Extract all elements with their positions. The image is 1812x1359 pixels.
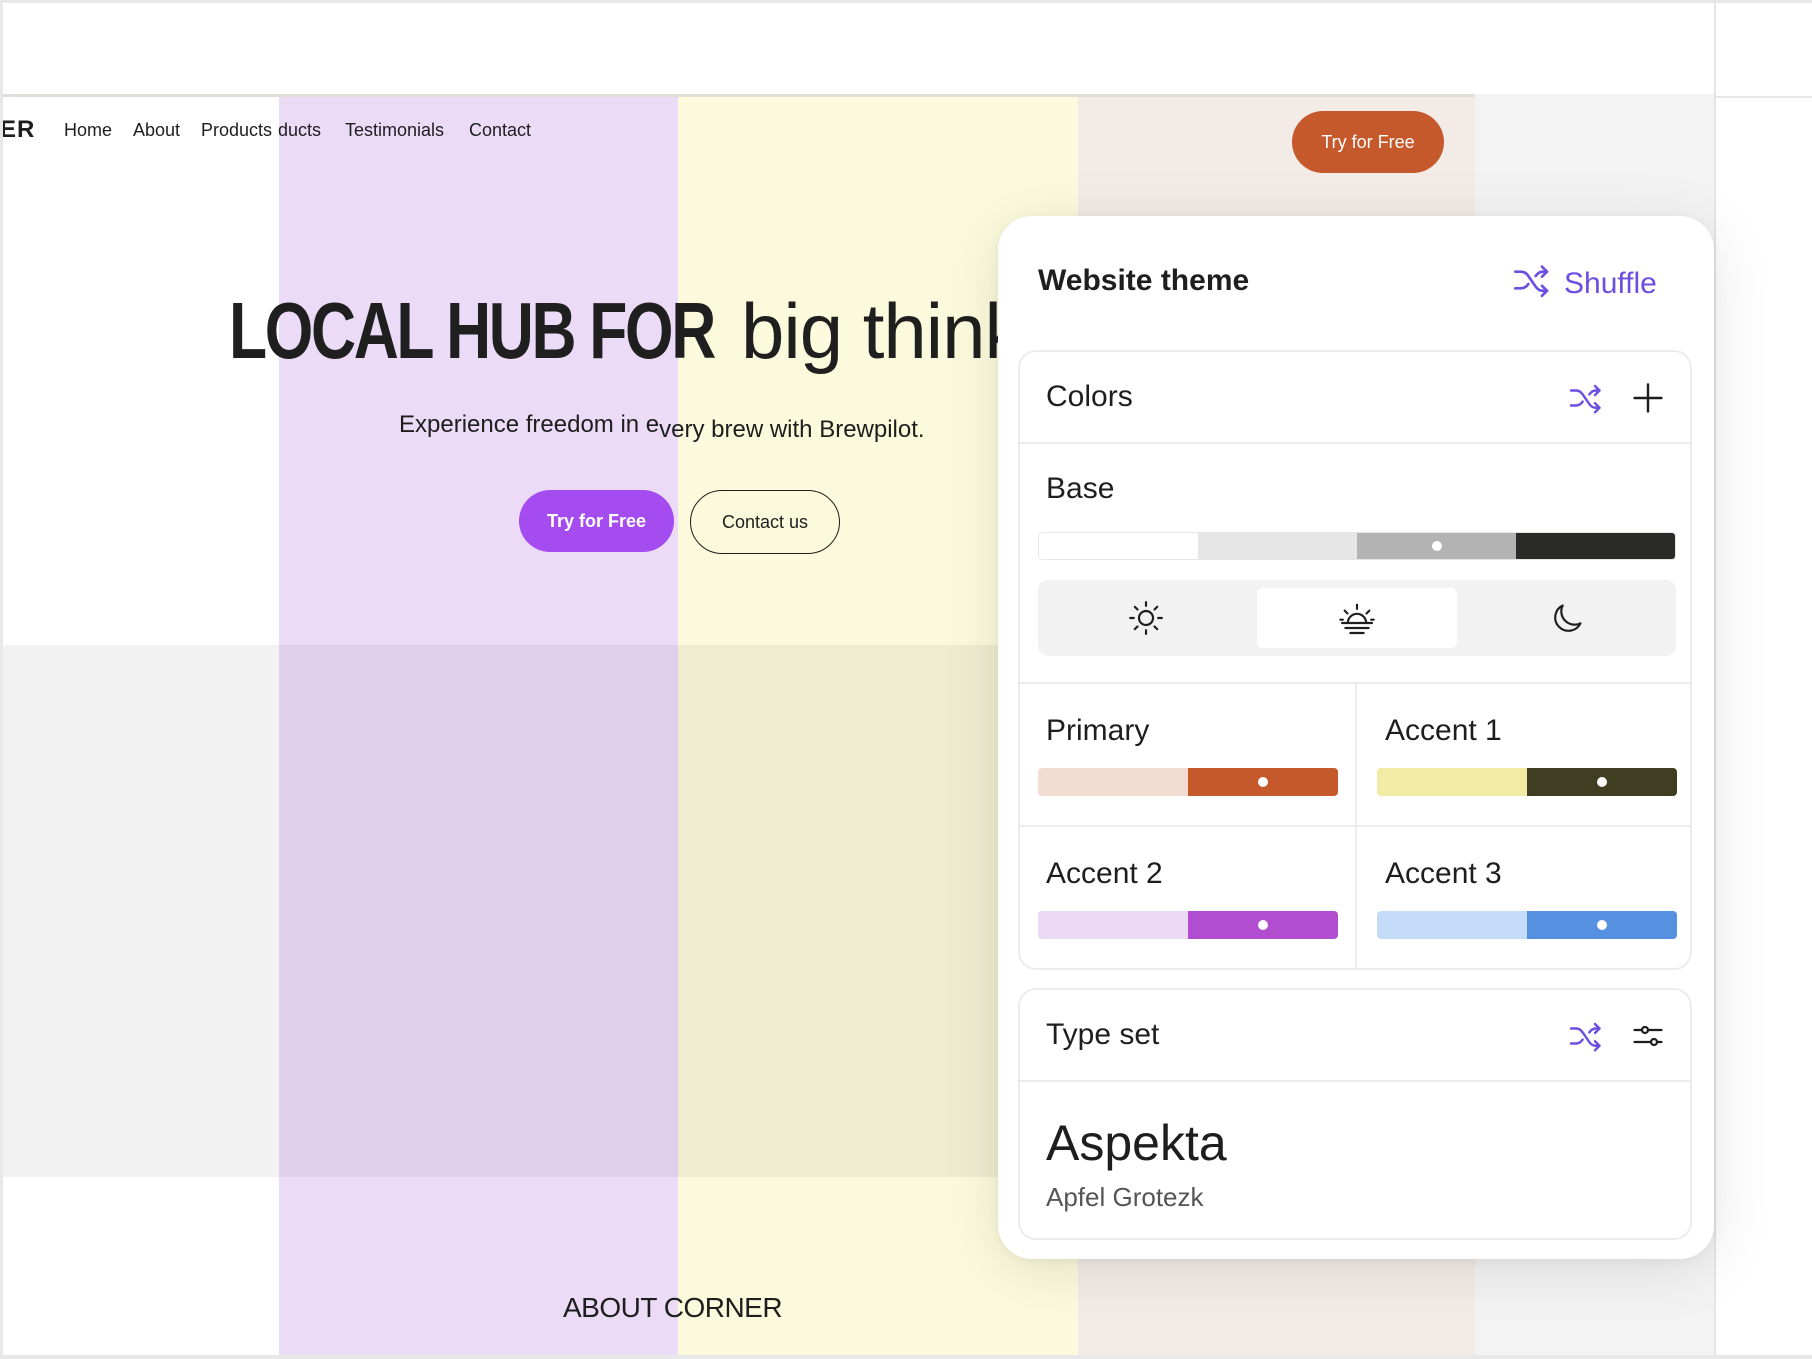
selected-indicator (1431, 541, 1442, 551)
type-set-card-header: Type set (1020, 990, 1690, 1082)
type-set-card: Type set Aspekta Apfel Grotezk (1018, 988, 1692, 1240)
hero-subtitle: Experience freedom in every brew with Br… (399, 411, 925, 443)
nav-link-about[interactable]: About (133, 120, 180, 141)
type-set-label: Type set (1046, 1018, 1160, 1051)
accent-3-label: Accent 3 (1385, 857, 1502, 890)
moon-icon (1554, 604, 1582, 632)
accent-1-swatch-light[interactable] (1377, 768, 1527, 796)
frame-divider-horizontal (1714, 96, 1812, 98)
hero-title-bold: LOCAL HUB FOR (229, 286, 716, 375)
accent-3-color-scale[interactable] (1377, 911, 1677, 939)
accent-2-swatch-light[interactable] (1038, 911, 1188, 939)
accent-3-swatch-dark[interactable] (1527, 911, 1677, 939)
nav-link-home[interactable]: Home (64, 120, 112, 141)
hero-contact-us-button[interactable]: Contact us (690, 490, 840, 554)
base-swatch-3[interactable] (1357, 533, 1516, 559)
accent-3-swatch-light[interactable] (1377, 911, 1527, 939)
selected-indicator (1258, 920, 1268, 930)
accent-2-swatch-dark[interactable] (1188, 911, 1338, 939)
sunrise-icon (1339, 603, 1375, 635)
shuffle-icon (1569, 384, 1601, 414)
hero-title: LOCAL HUB FOR big think (229, 285, 1024, 377)
site-logo[interactable]: ER (3, 116, 35, 144)
mode-option-dark[interactable] (1468, 588, 1668, 648)
hero-try-for-free-button[interactable]: Try for Free (519, 490, 674, 552)
base-label: Base (1046, 472, 1115, 505)
section-heading-about: ABOUT CORNER (563, 1292, 783, 1323)
base-swatch-2[interactable] (1198, 533, 1357, 559)
type-settings-button[interactable] (1628, 1016, 1668, 1056)
plus-icon (1633, 383, 1663, 413)
base-swatch-1[interactable] (1039, 533, 1198, 559)
nav-try-for-free-button[interactable]: Try for Free (1292, 111, 1444, 173)
accent-2-label: Accent 2 (1046, 857, 1163, 890)
accent-2-color-scale[interactable] (1038, 911, 1338, 939)
base-color-scale[interactable] (1038, 532, 1676, 560)
colors-label: Colors (1046, 380, 1133, 413)
mode-option-light[interactable] (1046, 588, 1246, 648)
app-stage: ER Home About Products ducts Testimonial… (0, 0, 1812, 1359)
selected-indicator (1258, 777, 1268, 787)
primary-swatch-dark[interactable] (1188, 768, 1338, 796)
nav-link-products-overflow[interactable]: ducts (278, 120, 321, 141)
primary-color-scale[interactable] (1038, 768, 1338, 796)
nav-link-products[interactable]: Products (201, 120, 272, 141)
shuffle-type-set-button[interactable] (1566, 1016, 1606, 1056)
sliders-icon (1633, 1025, 1663, 1047)
accent-1-label: Accent 1 (1385, 714, 1502, 747)
shuffle-icon (1512, 260, 1552, 308)
hero-subtitle-part-a: Experience freedom in e (399, 411, 660, 438)
heading-font-name[interactable]: Aspekta (1046, 1114, 1227, 1172)
theme-mode-switch (1038, 580, 1676, 656)
shuffle-colors-button[interactable] (1566, 378, 1606, 418)
body-font-name[interactable]: Apfel Grotezk (1046, 1182, 1204, 1213)
sun-icon (1129, 601, 1163, 635)
content-section-placeholder (3, 645, 1078, 1177)
add-color-button[interactable] (1628, 378, 1668, 418)
shuffle-label: Shuffle (1564, 267, 1657, 300)
colors-card-header: Colors (1020, 352, 1690, 444)
hero-title-light: big think (741, 287, 1024, 375)
mode-option-sunset[interactable] (1257, 588, 1457, 648)
frame-border-bottom (0, 1355, 1812, 1359)
accent-1-swatch-dark[interactable] (1527, 768, 1677, 796)
website-theme-panel: Website theme Shuffle Colors Base Primar… (998, 216, 1714, 1259)
frame-border-top (0, 0, 1812, 3)
nav-link-contact[interactable]: Contact (469, 120, 531, 141)
base-swatch-4[interactable] (1516, 533, 1675, 559)
panel-title: Website theme (1038, 264, 1250, 297)
primary-swatch-light[interactable] (1038, 768, 1188, 796)
hero-subtitle-part-b: very brew with Brewpilot. (659, 416, 925, 443)
accent-1-color-scale[interactable] (1377, 768, 1677, 796)
shuffle-icon (1569, 1022, 1601, 1052)
selected-indicator (1597, 777, 1607, 787)
divider (1355, 684, 1357, 968)
shuffle-theme-button[interactable]: Shuffle (1512, 260, 1657, 308)
selected-indicator (1597, 920, 1607, 930)
frame-divider-right (1714, 0, 1716, 1359)
nav-link-testimonials[interactable]: Testimonials (345, 120, 444, 141)
primary-label: Primary (1046, 714, 1150, 747)
colors-card: Colors Base Primary Accent 1 Accent 2 Ac… (1018, 350, 1692, 970)
